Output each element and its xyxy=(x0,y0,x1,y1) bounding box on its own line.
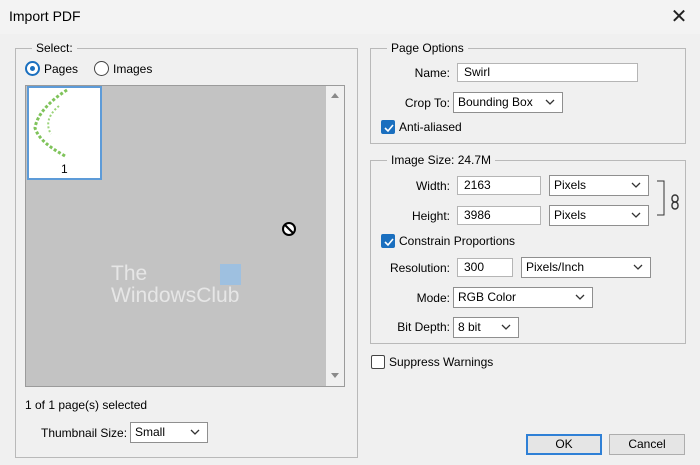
suppress-warnings-label[interactable]: Suppress Warnings xyxy=(389,354,493,370)
anti-aliased-checkbox[interactable] xyxy=(381,120,395,134)
chevron-down-icon xyxy=(631,182,641,188)
page-thumbnail[interactable]: 1 xyxy=(27,86,102,180)
page-options-legend: Page Options xyxy=(387,41,468,55)
chevron-down-icon xyxy=(190,429,200,435)
crop-to-value: Bounding Box xyxy=(458,95,533,109)
chevron-down-icon xyxy=(631,212,641,218)
name-label: Name: xyxy=(414,66,450,80)
anti-aliased-label[interactable]: Anti-aliased xyxy=(399,119,462,135)
crop-to-select[interactable]: Bounding Box xyxy=(453,92,563,113)
images-radio-label[interactable]: Images xyxy=(113,61,152,77)
title-bar: Import PDF ✕ xyxy=(0,0,700,34)
width-unit-select[interactable]: Pixels xyxy=(549,175,649,196)
close-icon[interactable]: ✕ xyxy=(664,3,694,31)
thumbnail-page-number: 1 xyxy=(61,162,68,176)
preview-scrollbar[interactable] xyxy=(326,86,344,386)
images-radio[interactable] xyxy=(94,61,109,76)
bit-depth-label: Bit Depth: xyxy=(397,320,450,334)
thumbnail-size-value: Small xyxy=(135,425,166,439)
image-size-legend: Image Size: 24.7M xyxy=(387,153,496,167)
chevron-down-icon xyxy=(633,264,643,270)
height-unit-value: Pixels xyxy=(554,208,587,222)
thumbnail-size-label: Thumbnail Size: xyxy=(41,426,128,440)
swirl-thumbnail-image xyxy=(33,88,68,158)
scroll-down-icon[interactable] xyxy=(326,369,344,383)
name-field[interactable]: Swirl xyxy=(457,63,638,82)
pages-radio[interactable] xyxy=(25,61,40,76)
resolution-unit-value: Pixels/Inch xyxy=(526,260,585,274)
chain-link-icon[interactable] xyxy=(670,194,680,210)
height-label: Height: xyxy=(411,209,450,223)
mode-value: RGB Color xyxy=(458,290,517,304)
chevron-down-icon xyxy=(501,324,511,330)
constrain-proportions-checkbox[interactable] xyxy=(381,234,395,248)
width-unit-value: Pixels xyxy=(554,178,587,192)
chevron-down-icon xyxy=(575,294,585,300)
width-label: Width: xyxy=(415,179,450,193)
bit-depth-value: 8 bit xyxy=(458,320,481,334)
chevron-down-icon xyxy=(545,99,555,105)
not-allowed-cursor-icon xyxy=(282,222,296,236)
crop-to-label: Crop To: xyxy=(404,96,450,110)
pages-radio-label[interactable]: Pages xyxy=(44,61,78,77)
selection-status: 1 of 1 page(s) selected xyxy=(25,398,148,412)
height-unit-select[interactable]: Pixels xyxy=(549,205,649,226)
cancel-button[interactable]: Cancel xyxy=(609,434,685,455)
bit-depth-select[interactable]: 8 bit xyxy=(453,317,519,338)
constrain-proportions-label[interactable]: Constrain Proportions xyxy=(399,233,515,249)
resolution-unit-select[interactable]: Pixels/Inch xyxy=(521,257,651,278)
width-field[interactable]: 2163 xyxy=(457,176,541,195)
thumbnail-size-select[interactable]: Small xyxy=(130,422,208,443)
mode-label: Mode: xyxy=(416,291,450,305)
watermark-the: The xyxy=(111,262,148,285)
mode-select[interactable]: RGB Color xyxy=(453,287,593,308)
height-field[interactable]: 3986 xyxy=(457,206,541,225)
watermark-windowsclub: WindowsClub xyxy=(111,284,240,307)
check-icon xyxy=(384,124,394,133)
resolution-label: Resolution: xyxy=(389,261,450,275)
window-title: Import PDF xyxy=(9,8,81,24)
link-bracket xyxy=(657,180,665,216)
check-icon xyxy=(384,238,394,247)
ok-button[interactable]: OK xyxy=(526,434,602,455)
suppress-warnings-checkbox[interactable] xyxy=(371,355,385,369)
select-legend: Select: xyxy=(32,41,77,55)
watermark-logo-icon xyxy=(220,264,241,285)
resolution-field[interactable]: 300 xyxy=(457,258,513,277)
scroll-up-icon[interactable] xyxy=(326,89,344,103)
